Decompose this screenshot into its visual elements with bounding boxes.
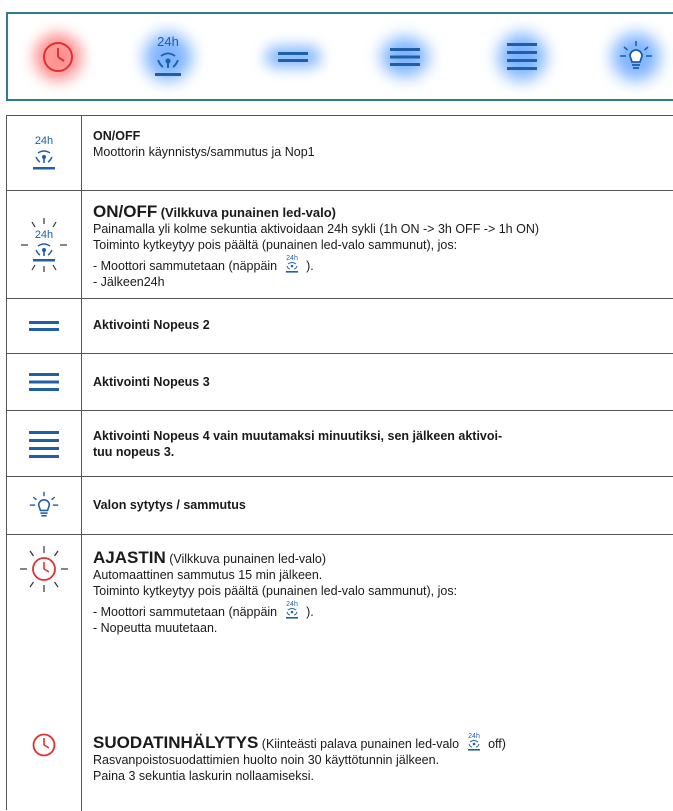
timer-line2: Toiminto kytkeytyy pois päältä (punainen… — [93, 583, 458, 598]
svg-text:24h: 24h — [157, 34, 179, 49]
speed3-text: Aktivointi Nopeus 3 — [93, 375, 210, 389]
timer-line3-post: ). — [306, 605, 314, 619]
onoff-blink-suffix: (Vilkkuva punainen led-valo) — [160, 205, 337, 220]
onoff-blink-line2: Toiminto kytkeytyy pois päältä (punainen… — [93, 237, 458, 252]
onoff-blink-title: ON/OFF — [93, 202, 158, 221]
row-icon-cell — [7, 535, 82, 811]
timer-title: AJASTIN — [93, 548, 166, 567]
speed4-icon — [507, 42, 537, 70]
filter-alarm-suffix-post: off) — [488, 737, 506, 751]
row-onoff: 24h ON/OFF Moottorin käynnistys/sammutus… — [7, 116, 673, 191]
row-icon-cell — [7, 477, 82, 534]
row-icon-cell: 24h — [7, 191, 82, 298]
filter-alarm-line1: Rasvanpoistosuodattimien huolto noin 30 … — [93, 753, 440, 767]
row-icon-cell — [7, 354, 82, 410]
onoff-desc: Moottorin käynnistys/sammutus ja Nop1 — [93, 144, 315, 159]
onoff-blink-line3-post: ). — [306, 259, 314, 273]
svg-text:24h: 24h — [286, 601, 298, 608]
filter-alarm-line2: Paina 3 sekuntia laskurin nollaamiseksi. — [93, 768, 314, 783]
svg-text:24h: 24h — [35, 135, 53, 147]
fan-24h-icon: 24h — [467, 733, 480, 751]
speed3-button[interactable] — [375, 14, 435, 99]
filter-alarm-suffix-pre: (Kiinteästi palava punainen led-valo — [261, 737, 460, 751]
row-light: Valon sytytys / sammutus — [7, 477, 673, 535]
fan-24h-icon: 24h — [285, 255, 298, 273]
timer-button[interactable] — [28, 14, 88, 99]
speed2-icon — [278, 51, 308, 62]
row-timer: AJASTIN (Vilkkuva punainen led-valo) Aut… — [7, 535, 673, 811]
speed4-icon — [29, 430, 59, 458]
timer-suffix: (Vilkkuva punainen led-valo) — [169, 552, 327, 566]
legend-table: 24h ON/OFF Moottorin käynnistys/sammutus… — [6, 115, 673, 811]
fan-24h-icon: 24h — [285, 601, 298, 619]
bulb-icon — [620, 40, 652, 69]
bulb-icon — [29, 491, 59, 517]
svg-text:24h: 24h — [286, 255, 298, 262]
fan-24h-icon: 24h — [155, 34, 181, 76]
speed2-text: Aktivointi Nopeus 2 — [93, 318, 210, 332]
onoff-title: ON/OFF — [93, 129, 141, 143]
row-speed4: Aktivointi Nopeus 4 vain muutamaksi minu… — [7, 411, 673, 477]
clock-icon — [32, 733, 56, 757]
speed4-text-line1: Aktivointi Nopeus 4 vain muutamaksi minu… — [93, 429, 503, 443]
light-button[interactable] — [606, 14, 666, 99]
timer-line4: - Nopeutta muutetaan. — [93, 620, 218, 635]
onoff-blink-line1: Painamalla yli kolme sekuntia aktivoidaa… — [93, 222, 540, 236]
filter-alarm-title: SUODATINHÄLYTYS — [93, 733, 259, 752]
row-speed3: Aktivointi Nopeus 3 — [7, 354, 673, 411]
row-speed2: Aktivointi Nopeus 2 — [7, 299, 673, 354]
fan-24h-blink-icon: 24h — [21, 217, 67, 272]
timer-line3-pre: - Moottori sammutetaan (näppäin — [93, 605, 278, 619]
speed4-text-line2: tuu nopeus 3. — [93, 444, 175, 459]
svg-text:24h: 24h — [468, 733, 480, 740]
row-icon-cell — [7, 411, 82, 476]
onoff-blink-line4: - Jälkeen24h — [93, 274, 165, 289]
light-text: Valon sytytys / sammutus — [93, 498, 246, 512]
svg-text:24h: 24h — [35, 229, 53, 241]
fan-24h-icon: 24h — [33, 135, 55, 170]
speed3-icon — [29, 373, 59, 391]
clock-blink-icon — [20, 546, 68, 592]
timer-line1: Automaattinen sammutus 15 min jälkeen. — [93, 568, 323, 582]
speed4-button[interactable] — [492, 14, 552, 99]
row-onoff-blink: 24h ON/OFF (Vilkkuva punainen led-valo) … — [7, 191, 673, 299]
row-icon-cell: 24h — [7, 116, 82, 190]
speed3-icon — [390, 47, 420, 66]
control-panel: 24h — [6, 12, 673, 101]
speed2-icon — [29, 321, 59, 331]
speed2-button[interactable] — [263, 14, 323, 99]
row-icon-cell — [7, 299, 82, 353]
clock-icon — [43, 41, 73, 72]
onoff-blink-line3-pre: - Moottori sammutetaan (näppäin — [93, 259, 278, 273]
onoff-24h-button[interactable]: 24h — [138, 14, 198, 99]
